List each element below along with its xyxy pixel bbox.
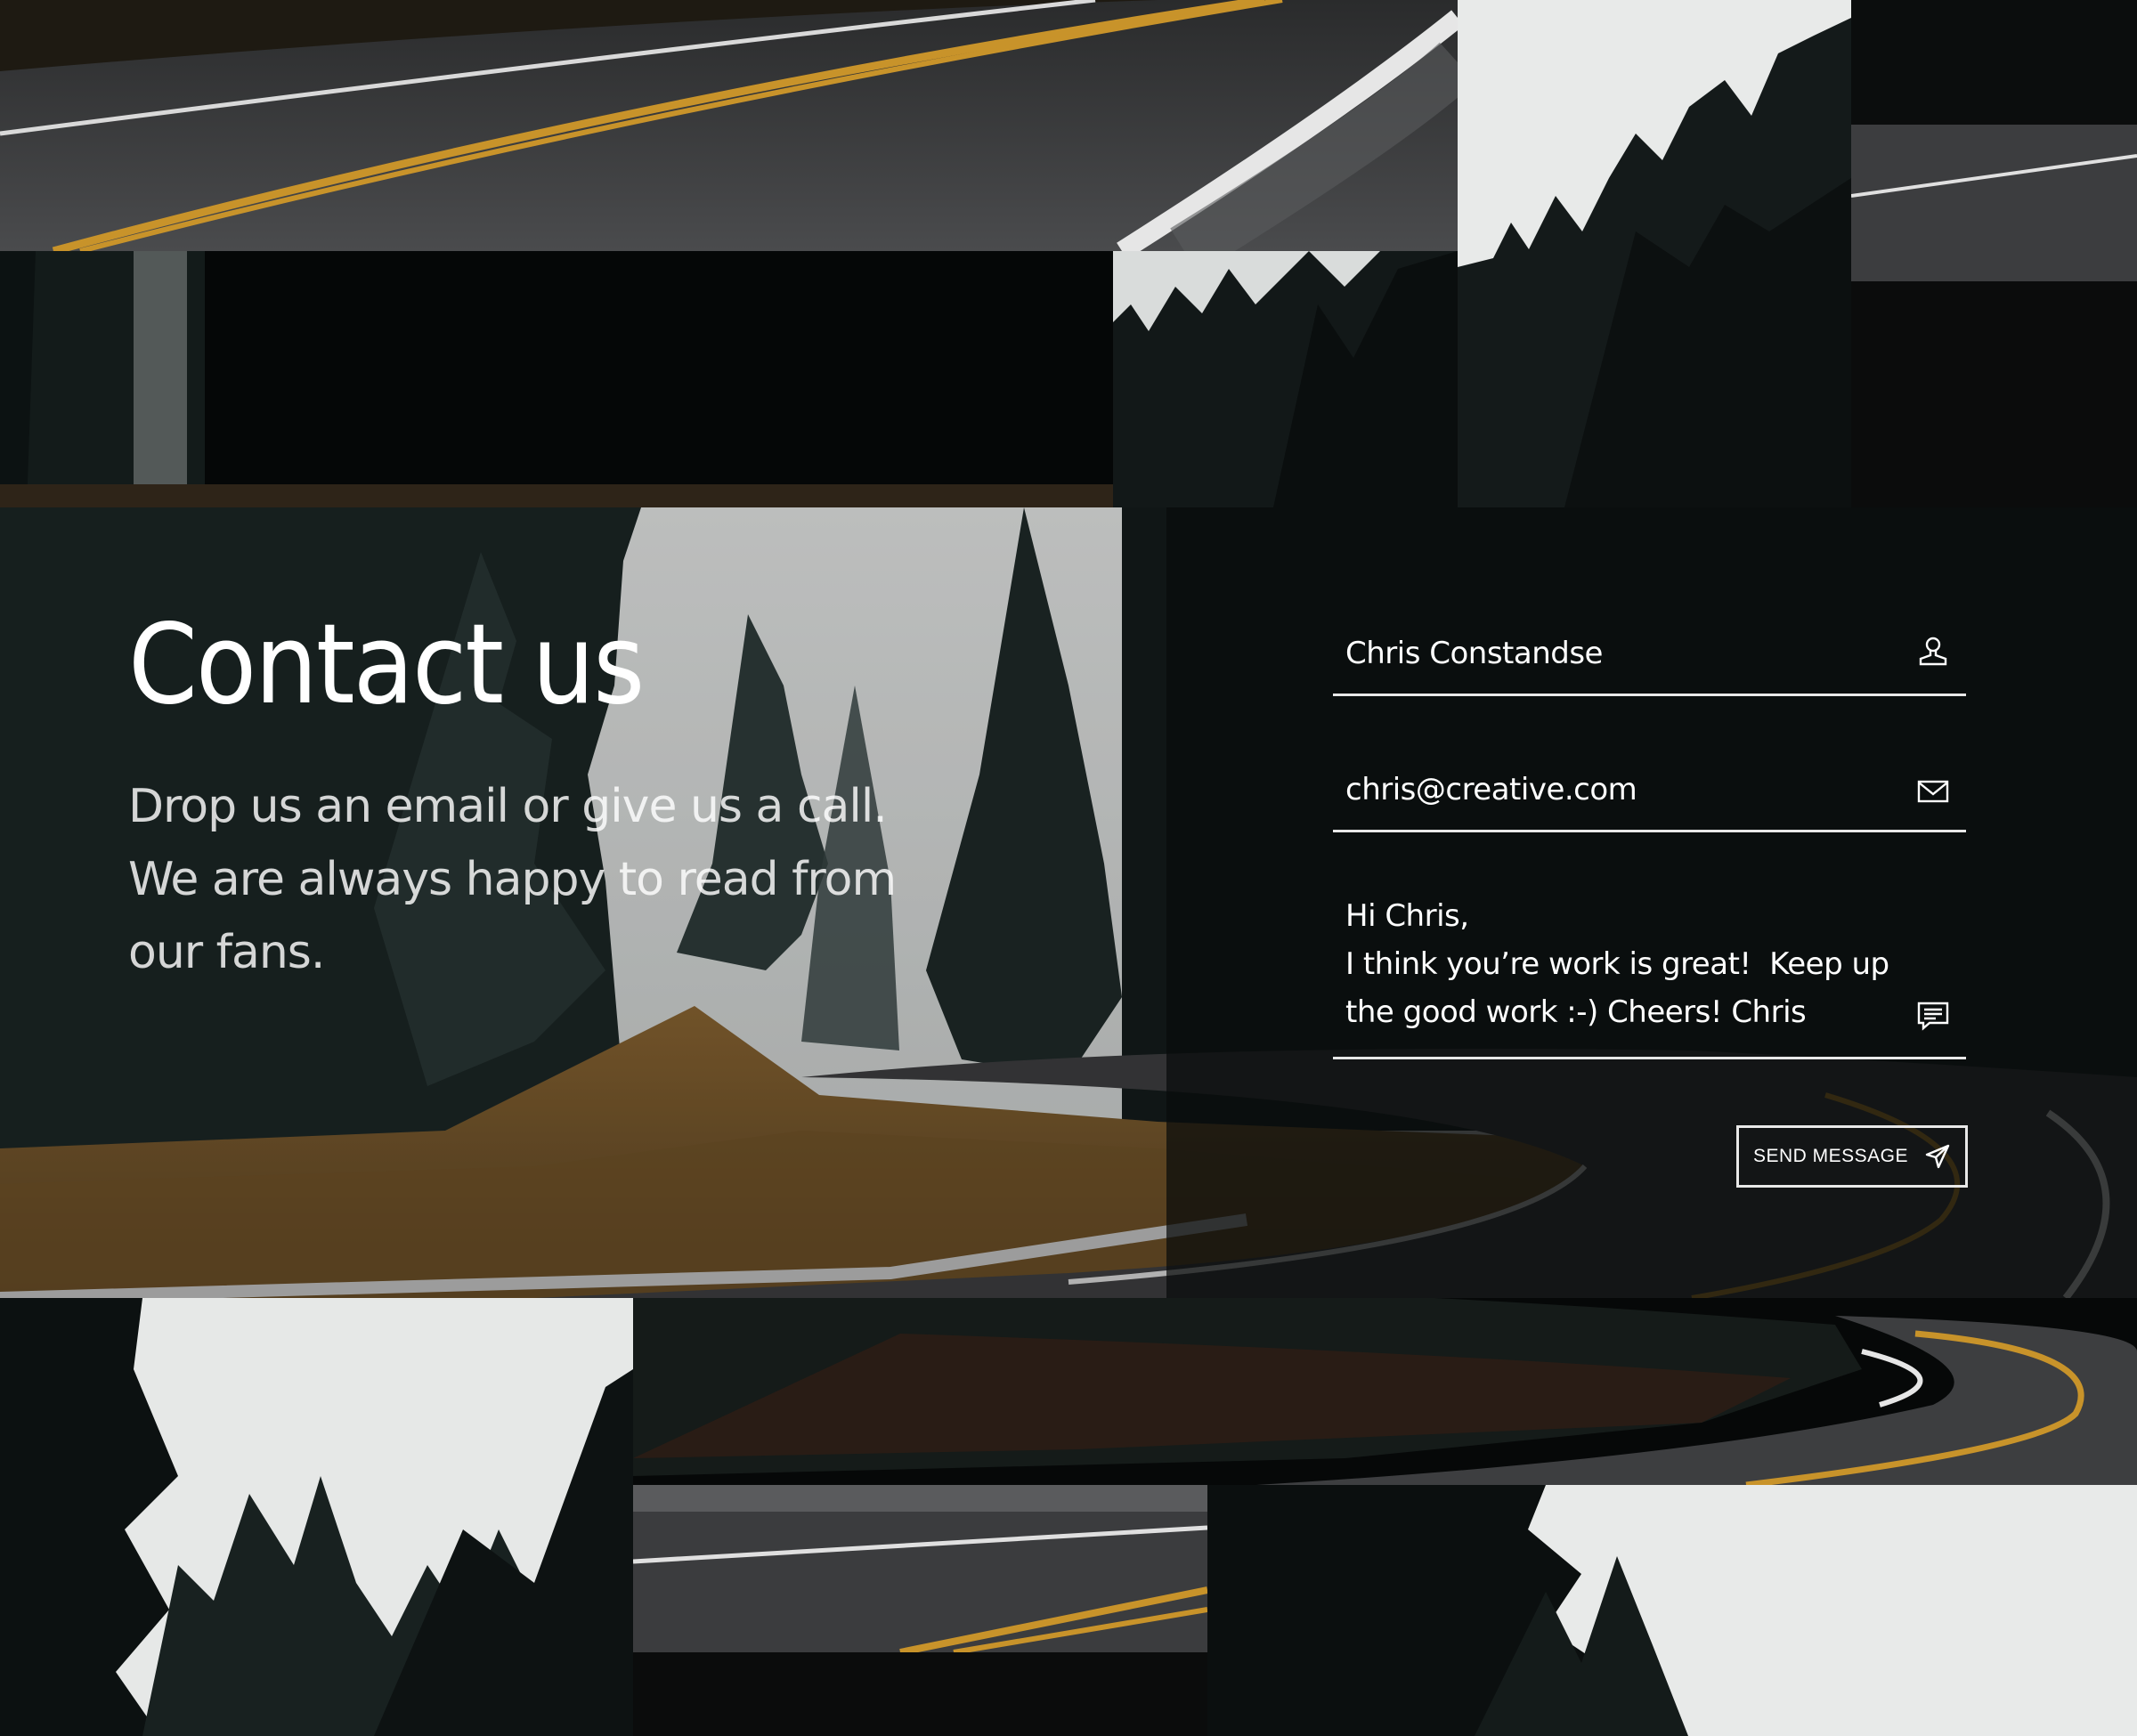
hero-intro: Contact us Drop us an email or give us a… xyxy=(0,507,1166,1298)
contact-form-panel: SEND MESSAGE xyxy=(1166,507,2137,1298)
email-input[interactable] xyxy=(1333,750,1867,829)
name-input[interactable] xyxy=(1333,614,1867,693)
send-message-label: SEND MESSAGE xyxy=(1752,1146,1909,1166)
message-textarea[interactable] xyxy=(1333,892,1903,1052)
road-photo-tile xyxy=(0,0,1458,251)
forest-photo-tile xyxy=(1207,1485,2137,1736)
forest-photo-tile xyxy=(1458,0,1851,507)
send-message-button[interactable]: SEND MESSAGE xyxy=(1736,1125,1968,1188)
envelope-icon xyxy=(1917,780,1949,803)
user-icon xyxy=(1919,637,1947,666)
forest-photo-tile xyxy=(1113,251,1458,507)
road-photo-tile xyxy=(633,1485,1207,1652)
dark-photo-tile xyxy=(633,1652,1207,1736)
page-subtitle: Drop us an email or give us a call. We a… xyxy=(128,780,897,979)
road-photo-tile xyxy=(1851,0,2137,281)
dark-photo-tile xyxy=(1851,281,2137,507)
paper-plane-icon xyxy=(1925,1144,1950,1169)
message-field xyxy=(1333,892,1966,1059)
page-title: Contact us xyxy=(128,601,645,729)
forest-photo-tile xyxy=(0,1298,633,1736)
email-field xyxy=(1333,750,1966,832)
road-photo-tile xyxy=(633,1298,2137,1485)
chat-bubble-icon xyxy=(1917,1002,1949,1031)
forest-photo-tile xyxy=(0,251,1113,507)
name-field xyxy=(1333,614,1966,696)
